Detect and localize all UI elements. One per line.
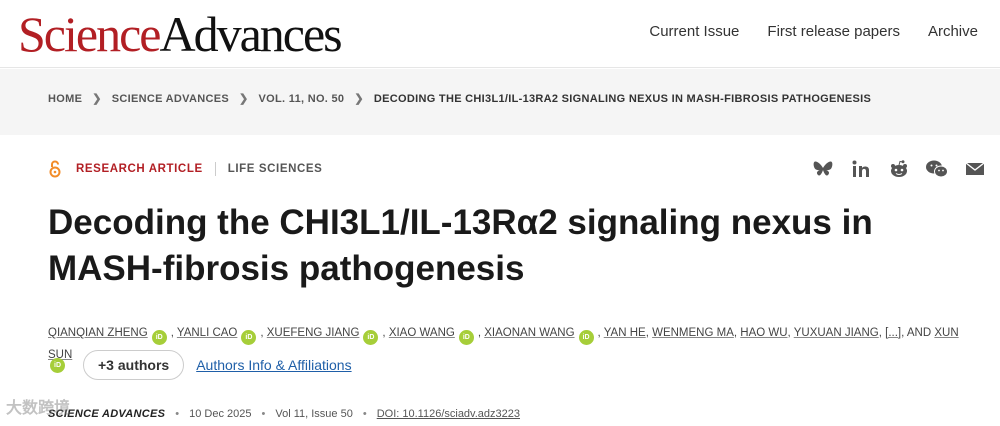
chevron-right-icon: ❯ [239, 93, 249, 105]
orcid-icon[interactable]: iD [241, 330, 257, 345]
email-icon[interactable] [964, 158, 986, 180]
publication-info: SCIENCE ADVANCES • 10 Dec 2025 • Vol 11,… [48, 408, 520, 420]
author-name[interactable]: XUEFENG JIANG [267, 327, 360, 339]
breadcrumb-journal[interactable]: SCIENCE ADVANCES [112, 93, 229, 105]
separator-dot: • [261, 408, 266, 420]
breadcrumb-home[interactable]: HOME [48, 93, 82, 105]
orcid-icon[interactable]: iD [50, 357, 65, 373]
chevron-right-icon: ❯ [92, 93, 102, 105]
author-name[interactable]: XIAONAN WANG [484, 327, 574, 339]
bluesky-icon[interactable] [812, 158, 834, 180]
author-name[interactable]: WENMENG MA [652, 327, 734, 339]
authors-info-link[interactable]: Authors Info & Affiliations [196, 357, 351, 373]
main-nav: Current Issue First release papers Archi… [649, 22, 978, 42]
divider [214, 162, 216, 176]
nav-archive[interactable]: Archive [928, 22, 978, 42]
orcid-icon[interactable]: iD [151, 330, 167, 345]
article-title: Decoding the CHI3L1/IL-13Rα2 signaling n… [48, 203, 873, 288]
breadcrumb-band: HOME ❯ SCIENCE ADVANCES ❯ VOL. 11, NO. 5… [0, 69, 1000, 135]
article-type[interactable]: RESEARCH ARTICLE [76, 163, 203, 175]
author-name[interactable]: YANLI CAO [177, 327, 238, 339]
author-actions: iD +3 authors Authors Info & Affiliation… [48, 350, 352, 380]
breadcrumb-current: DECODING THE CHI3L1/IL-13RA2 SIGNALING N… [373, 92, 872, 105]
doi-link[interactable]: DOI: 10.1126/sciadv.adz3223 [377, 408, 520, 420]
separator-dot: • [175, 408, 180, 420]
author-name[interactable]: XIAO WANG [389, 327, 455, 339]
wechat-icon[interactable] [926, 158, 948, 180]
article-subject[interactable]: LIFE SCIENCES [228, 163, 323, 175]
breadcrumb-volume[interactable]: VOL. 11, NO. 50 [259, 93, 345, 105]
open-access-icon [49, 160, 61, 178]
orcid-icon[interactable]: iD [578, 330, 594, 345]
volume-issue[interactable]: Vol 11, Issue 50 [275, 408, 352, 420]
publication-date: 10 Dec 2025 [189, 408, 252, 420]
reddit-icon[interactable] [888, 158, 910, 180]
logo-advances: Advances [159, 6, 342, 62]
science-advances-logo[interactable]: ScienceAdvances [18, 6, 343, 62]
author-name[interactable]: HAO WU [740, 327, 787, 339]
article-meta: RESEARCH ARTICLE LIFE SCIENCES [48, 160, 322, 178]
more-authors-button[interactable]: +3 authors [83, 350, 185, 380]
author-name[interactable]: YUXUAN JIANG [794, 327, 879, 339]
linkedin-icon[interactable] [850, 158, 872, 180]
author-ellipsis[interactable]: [...] [885, 327, 901, 339]
logo-science: Science [18, 6, 161, 62]
orcid-icon[interactable]: iD [363, 330, 379, 345]
nav-current-issue[interactable]: Current Issue [649, 22, 739, 42]
author-name[interactable]: QIANQIAN ZHENG [48, 327, 148, 339]
site-header: ScienceAdvances Current Issue First rele… [0, 0, 1000, 68]
and-text: , AND [901, 327, 932, 339]
watermark: 大数跨境 [6, 400, 71, 417]
chevron-right-icon: ❯ [354, 93, 364, 105]
nav-first-release-papers[interactable]: First release papers [767, 22, 900, 42]
separator-dot: • [362, 408, 367, 420]
author-name[interactable]: YAN HE [604, 327, 646, 339]
orcid-icon[interactable]: iD [458, 330, 474, 345]
breadcrumb: HOME ❯ SCIENCE ADVANCES ❯ VOL. 11, NO. 5… [48, 92, 872, 106]
share-bar [812, 158, 986, 180]
